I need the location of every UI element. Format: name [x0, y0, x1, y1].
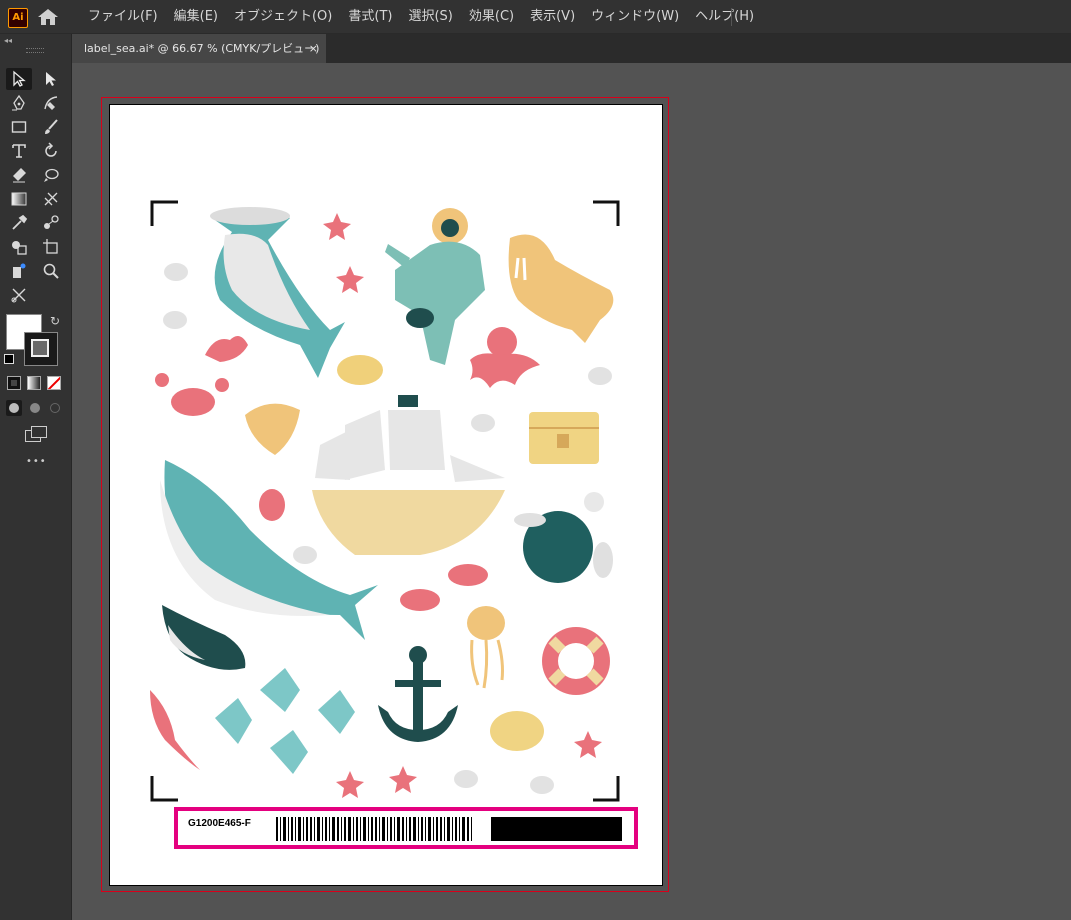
document-tab[interactable]: label_sea.ai* @ 66.67 % (CMYK/プレビュー) × [72, 34, 326, 63]
menu-select[interactable]: 選択(S) [400, 0, 460, 33]
menu-effect[interactable]: 効果(C) [461, 0, 522, 33]
document-tab-title: label_sea.ai* @ 66.67 % (CMYK/プレビュー) [84, 42, 320, 55]
menu-object[interactable]: オブジェクト(O) [226, 0, 340, 33]
tools-panel: ◂◂ ↻ ••• [0, 34, 72, 920]
scissors-tool-icon[interactable] [6, 284, 32, 306]
menu-file[interactable]: ファイル(F) [80, 0, 166, 33]
barcode-graphic [276, 817, 472, 841]
menu-help[interactable]: ヘルプ(H) [687, 0, 762, 33]
menu-divider [731, 8, 732, 26]
stroke-swatch[interactable] [24, 332, 58, 366]
eraser-tool-icon[interactable] [6, 164, 32, 186]
edit-toolbar-icon[interactable]: ••• [26, 456, 47, 467]
artboard[interactable] [109, 104, 663, 886]
draw-behind-button[interactable] [27, 400, 43, 416]
label-code-text: G1200E465-F [188, 818, 251, 829]
eyedropper-tool-icon[interactable] [6, 212, 32, 234]
illustrator-logo-icon: Ai [8, 8, 28, 28]
panel-grip[interactable] [26, 48, 44, 53]
gradient-mode-button[interactable] [27, 376, 41, 390]
draw-normal-button[interactable] [6, 400, 22, 416]
rectangle-tool-icon[interactable] [6, 116, 32, 138]
blend-tool-icon[interactable] [38, 212, 64, 234]
paintbrush-tool-icon[interactable] [38, 116, 64, 138]
type-tool-icon[interactable] [6, 140, 32, 162]
menu-bar: Ai ファイル(F) 編集(E) オブジェクト(O) 書式(T) 選択(S) 効… [0, 0, 1071, 34]
zoom-tool-icon[interactable] [38, 260, 64, 282]
barcode-label[interactable]: G1200E465-F [174, 807, 638, 849]
menu-edit[interactable]: 編集(E) [166, 0, 226, 33]
swap-colors-icon[interactable]: ↻ [50, 314, 60, 328]
draw-inside-button[interactable] [47, 400, 63, 416]
gradient-tool-icon[interactable] [6, 188, 32, 210]
selection-tool-icon[interactable] [6, 68, 32, 90]
screen-mode-icon[interactable] [25, 426, 47, 442]
pen-tool-icon[interactable] [6, 92, 32, 114]
menu-type[interactable]: 書式(T) [340, 0, 400, 33]
direct-selection-tool-icon[interactable] [38, 68, 64, 90]
curvature-tool-icon[interactable] [38, 92, 64, 114]
menu-view[interactable]: 表示(V) [522, 0, 583, 33]
artboard-tool-icon[interactable] [38, 236, 64, 258]
mesh-tool-icon[interactable] [38, 188, 64, 210]
home-icon[interactable] [37, 8, 59, 26]
none-mode-button[interactable] [47, 376, 61, 390]
warp-tool-icon[interactable] [38, 164, 64, 186]
color-mode-button[interactable] [7, 376, 21, 390]
document-tab-bar: label_sea.ai* @ 66.67 % (CMYK/プレビュー) × [72, 34, 1071, 63]
menu-window[interactable]: ウィンドウ(W) [583, 0, 687, 33]
symbol-sprayer-tool-icon[interactable] [6, 260, 32, 282]
close-tab-icon[interactable]: × [309, 34, 318, 63]
shape-builder-tool-icon[interactable] [6, 236, 32, 258]
rotate-tool-icon[interactable] [38, 140, 64, 162]
label-black-block [491, 817, 622, 841]
collapse-panel-icon[interactable]: ◂◂ [4, 36, 12, 45]
default-colors-icon[interactable] [4, 354, 14, 364]
main-menu: ファイル(F) 編集(E) オブジェクト(O) 書式(T) 選択(S) 効果(C… [80, 0, 762, 33]
